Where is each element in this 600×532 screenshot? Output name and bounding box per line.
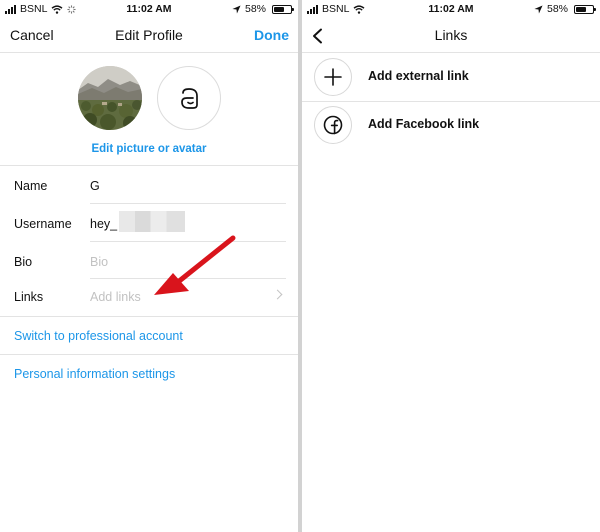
links-field[interactable]: Add links: [90, 290, 141, 304]
profile-photo[interactable]: [78, 66, 142, 130]
add-external-link-item[interactable]: Add external link: [302, 53, 600, 101]
nav-bar: Links: [302, 18, 600, 52]
name-field[interactable]: G: [90, 179, 100, 193]
switch-professional-link[interactable]: Switch to professional account: [14, 329, 183, 343]
username-field[interactable]: hey_: [90, 217, 117, 231]
nav-bar: Cancel Edit Profile Done: [0, 18, 298, 52]
status-bar: BSNL 11:02 AM 58%: [302, 0, 600, 18]
divider: [0, 316, 298, 317]
personal-info-link[interactable]: Personal information settings: [14, 367, 175, 381]
links-screen: BSNL 11:02 AM 58% Links Add external lin…: [302, 0, 600, 532]
plus-icon: [314, 58, 352, 96]
profile-pictures: [0, 66, 298, 130]
annotation-arrow: [154, 235, 236, 295]
battery-percent: 58%: [546, 3, 568, 15]
status-bar: BSNL 11:02 AM 58%: [0, 0, 298, 18]
bio-field[interactable]: Bio: [90, 255, 108, 269]
username-label: Username: [14, 217, 72, 231]
landscape-photo-image: [78, 66, 142, 130]
divider: [0, 165, 298, 166]
location-arrow-icon: [534, 4, 543, 14]
chevron-right-icon[interactable]: [272, 289, 283, 300]
avatar-option[interactable]: [157, 66, 221, 130]
bio-label: Bio: [14, 255, 33, 269]
avatar-face-icon: [181, 88, 198, 109]
battery-icon: [272, 4, 294, 14]
field-underline: [90, 203, 286, 204]
edit-profile-screen: BSNL 11:02 AM 58% Cancel Edit Profile Do…: [0, 0, 298, 532]
divider: [0, 52, 298, 53]
location-arrow-icon: [232, 4, 241, 14]
divider: [0, 354, 298, 355]
edit-picture-link[interactable]: Edit picture or avatar: [0, 143, 298, 155]
add-facebook-link-item[interactable]: Add Facebook link: [302, 101, 600, 149]
page-title: Links: [434, 27, 468, 43]
name-label: Name: [14, 179, 48, 193]
add-facebook-link-label: Add Facebook link: [368, 117, 480, 131]
facebook-icon: [314, 106, 352, 144]
redacted-username: [119, 211, 185, 232]
done-button[interactable]: Done: [254, 27, 289, 43]
add-external-link-label: Add external link: [368, 69, 469, 83]
links-label: Links: [14, 290, 44, 304]
battery-icon: [574, 4, 596, 14]
battery-percent: 58%: [244, 3, 266, 15]
